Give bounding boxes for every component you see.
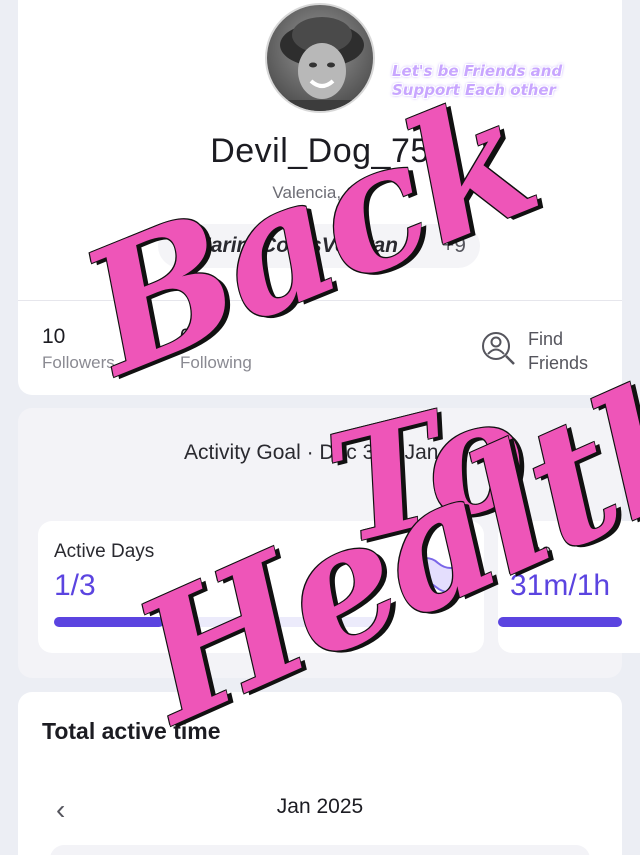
time-tile[interactable]: Time 31m/1h	[498, 521, 640, 653]
activity-goal-title: Activity Goal · Dec 30 - Jan 5	[184, 441, 456, 464]
tag-label: MarineCorpsVeteran	[193, 234, 398, 257]
friends-note: Let's be Friends and Support Each other	[392, 62, 563, 99]
time-progress-fill	[498, 617, 622, 627]
username: Devil_Dog_75	[210, 132, 430, 170]
tag-pill[interactable]: # MarineCorpsVeteran +9	[158, 224, 480, 268]
month-label: Jan 2025	[276, 795, 364, 818]
time-value: 31m/1h	[510, 569, 611, 602]
avatar[interactable]	[265, 3, 375, 113]
divider	[18, 300, 622, 301]
followers-count[interactable]: 10	[42, 325, 65, 349]
time-label: Time	[510, 541, 552, 562]
avatar-photo	[280, 17, 364, 111]
find-friends-icon[interactable]	[480, 330, 516, 366]
active-days-progress-fill	[54, 617, 164, 627]
total-active-time-card	[18, 692, 622, 855]
flag-icon	[402, 557, 466, 598]
location: Valencia, Ca	[272, 183, 368, 202]
chart-area	[50, 845, 590, 855]
hashtag-icon: #	[174, 232, 188, 259]
tag-more-count[interactable]: +9	[442, 234, 466, 258]
find-friends-label[interactable]: Find Friends	[528, 327, 598, 375]
total-active-time-title: Total active time	[42, 718, 221, 744]
following-label[interactable]: Following	[180, 353, 252, 373]
active-days-label: Active Days	[54, 541, 155, 562]
following-count[interactable]: 0	[180, 325, 192, 349]
active-days-value: 1/3	[54, 569, 96, 602]
followers-label[interactable]: Followers	[42, 353, 115, 373]
